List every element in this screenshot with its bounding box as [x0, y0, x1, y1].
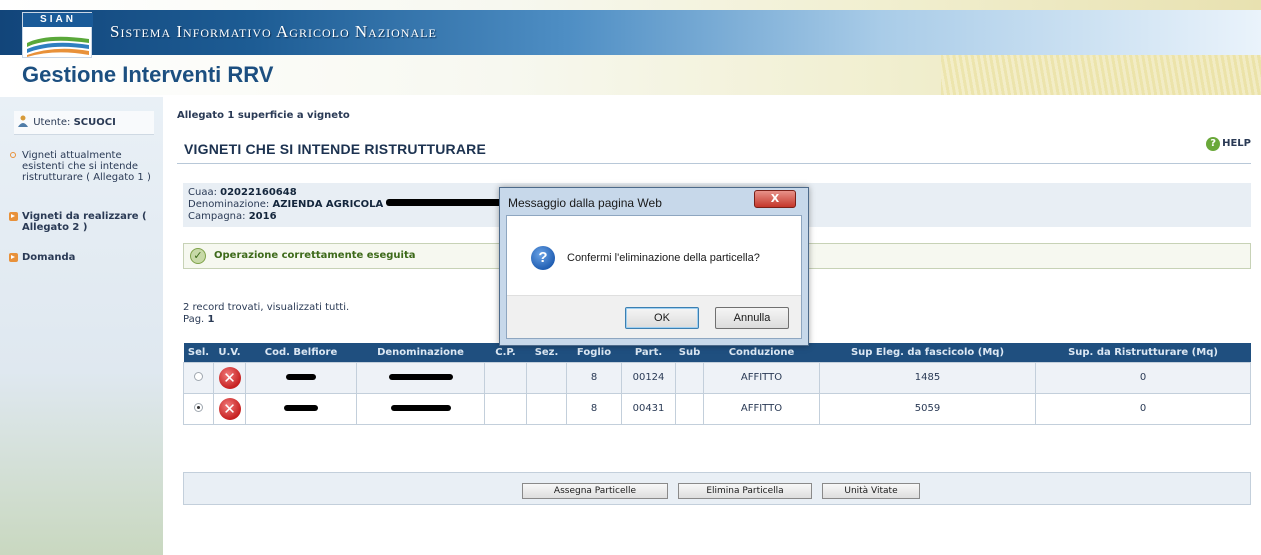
denominazione-value: AZIENDA AGRICOLA [272, 199, 384, 210]
success-message: Operazione correttamente eseguita [214, 250, 416, 261]
action-button-panel: Assegna Particelle Elimina Particella Un… [183, 472, 1251, 505]
app-title: Gestione Interventi RRV [22, 62, 274, 87]
part-cell: 00124 [621, 361, 676, 394]
redaction-bar [388, 374, 453, 380]
col-sel: Sel. [183, 343, 214, 362]
cod-belfiore-cell [245, 392, 357, 425]
sub-cell [675, 392, 704, 425]
sidebar-item-allegato-2[interactable]: Vigneti da realizzare ( Allegato 2 ) [9, 211, 152, 233]
wheat-decoration [941, 55, 1261, 95]
ok-button[interactable]: OK [625, 307, 699, 329]
sup-eleg-cell: 5059 [819, 392, 1036, 425]
user-label: Utente: [33, 117, 71, 128]
dialog-title: Messaggio dalla pagina Web [508, 196, 662, 210]
cuaa-label: Cuaa: [188, 187, 217, 198]
denominazione-cell [356, 392, 485, 425]
col-cod-belfiore: Cod. Belfiore [245, 343, 357, 362]
page-number: 1 [207, 314, 215, 325]
question-icon: ? [531, 246, 555, 270]
confirm-dialog: Messaggio dalla pagina Web X ? Confermi … [499, 187, 809, 346]
records-count: 2 record trovati, visualizzati tutti. [183, 302, 350, 313]
unita-vitate-button[interactable]: Unità Vitate [822, 483, 920, 499]
select-cell [183, 392, 214, 425]
foglio-cell: 8 [566, 361, 622, 394]
row-select-radio[interactable] [194, 402, 203, 412]
user-box: Utente: SCUOCI [14, 111, 154, 135]
help-icon: ? [1206, 137, 1221, 151]
particelle-table: Sel. U.V. Cod. Belfiore Denominazione C.… [183, 343, 1251, 425]
campagna-value: 2016 [248, 211, 277, 222]
sup-eleg-cell: 1485 [819, 361, 1036, 394]
conduzione-cell: AFFITTO [703, 361, 820, 394]
table-row: ✕ 8 00431 AFFITTO 5059 0 [183, 392, 1251, 425]
user-icon [18, 115, 28, 127]
sez-cell [526, 392, 567, 425]
delete-x-icon[interactable]: ✕ [218, 397, 241, 420]
delete-x-icon[interactable]: ✕ [218, 366, 241, 389]
row-select-radio[interactable] [194, 371, 203, 381]
redaction-bar [284, 405, 318, 411]
col-sup-eleg: Sup Eleg. da fascicolo (Mq) [819, 343, 1036, 362]
select-cell [183, 361, 214, 394]
logo-text: SIAN [23, 13, 93, 27]
sup-ristr-cell: 0 [1035, 361, 1251, 394]
logo-waves-icon [27, 36, 89, 57]
table-row: ✕ 8 00124 AFFITTO 1485 0 [183, 361, 1251, 394]
title-divider [177, 163, 1251, 164]
assegna-particelle-button[interactable]: Assegna Particelle [522, 483, 668, 499]
dialog-footer: OK Annulla [507, 295, 801, 338]
help-link[interactable]: ? HELP [1206, 137, 1251, 151]
sidebar-item-label: Vigneti attualmente esistenti che si int… [22, 150, 151, 183]
cp-cell [484, 392, 527, 425]
campagna-label: Campagna: [188, 211, 246, 222]
col-denominazione: Denominazione [356, 343, 485, 362]
system-title: Sistema Informativo Agricolo Nazionale [110, 22, 437, 41]
cancel-button[interactable]: Annulla [715, 307, 789, 329]
redaction-bar [390, 405, 451, 411]
redaction-bar [286, 374, 316, 380]
dialog-close-button[interactable]: X [754, 190, 796, 208]
cp-cell [484, 361, 527, 394]
circle-bullet-icon [10, 152, 16, 158]
app-header: SIAN Sistema Informativo Agricolo Nazion… [0, 0, 1261, 95]
conduzione-cell: AFFITTO [703, 392, 820, 425]
sup-ristr-cell: 0 [1035, 392, 1251, 425]
arrow-bullet-icon [9, 253, 18, 262]
sidebar-item-label: Vigneti da realizzare ( Allegato 2 ) [22, 211, 147, 233]
sidebar-item-domanda[interactable]: Domanda [9, 252, 152, 263]
sub-cell [675, 361, 704, 394]
cuaa-value: 02022160648 [220, 187, 297, 198]
uv-cell: ✕ [213, 392, 246, 425]
part-cell: 00431 [621, 392, 676, 425]
dialog-message: Confermi l'eliminazione della particella… [567, 252, 760, 264]
cod-belfiore-cell [245, 361, 357, 394]
sez-cell [526, 361, 567, 394]
elimina-particella-button[interactable]: Elimina Particella [678, 483, 812, 499]
page-label: Pag. [183, 314, 205, 325]
dialog-body: ? Confermi l'eliminazione della particel… [506, 215, 802, 339]
page-title: VIGNETI CHE SI INTENDE RISTRUTTURARE [184, 141, 486, 157]
allegato-label: Allegato 1 superficie a vigneto [177, 110, 350, 121]
uv-cell: ✕ [213, 361, 246, 394]
col-sup-ristr: Sup. da Ristrutturare (Mq) [1035, 343, 1251, 362]
sidebar-item-allegato-1[interactable]: Vigneti attualmente esistenti che si int… [10, 150, 152, 183]
denominazione-cell [356, 361, 485, 394]
sian-logo: SIAN [22, 12, 93, 58]
sidebar-item-label: Domanda [22, 252, 76, 263]
sidebar: Utente: SCUOCI Vigneti attualmente esist… [0, 97, 163, 555]
help-label: HELP [1222, 138, 1251, 149]
col-uv: U.V. [213, 343, 246, 362]
records-info: 2 record trovati, visualizzati tutti. Pa… [183, 302, 349, 326]
denominazione-label: Denominazione: [188, 199, 270, 210]
foglio-cell: 8 [566, 392, 622, 425]
user-name: SCUOCI [73, 117, 116, 128]
arrow-bullet-icon [9, 212, 18, 221]
checkmark-icon: ✓ [190, 248, 206, 264]
